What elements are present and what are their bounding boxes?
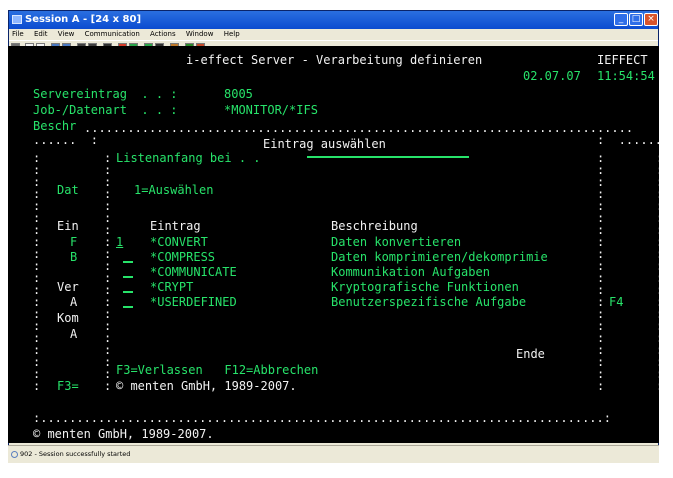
- menu-file[interactable]: File: [12, 30, 24, 38]
- popup-border-left: : : : : : : : : : : : : : : : : : : : :: [33, 151, 41, 393]
- session-icon: [11, 451, 18, 458]
- menu-actions[interactable]: Actions: [150, 30, 176, 38]
- menu-bar: File Edit View Communication Actions Win…: [9, 29, 658, 40]
- row-entry[interactable]: *CONVERT: [150, 236, 208, 248]
- popup-border-left-top: ...... :: [33, 133, 99, 147]
- beschr-label: Beschr: [33, 119, 77, 133]
- popup-border-bottom: :.......................................…: [33, 411, 611, 425]
- popup-border-top: ........................................…: [84, 121, 634, 135]
- row-select[interactable]: [123, 306, 133, 308]
- kom-label: Kom: [57, 311, 79, 325]
- row-description: Kryptografische Funktionen: [331, 280, 519, 294]
- row-left-label: F: [70, 235, 78, 249]
- screen-title: i-effect Server - Verarbeitung definiere…: [186, 53, 483, 67]
- window-title: Session A - [24 x 80]: [25, 14, 142, 25]
- f4-key: F4: [609, 295, 624, 309]
- row-left-label: B: [70, 250, 78, 264]
- menu-edit[interactable]: Edit: [34, 30, 48, 38]
- maximize-button[interactable]: □: [629, 13, 643, 26]
- menu-communication[interactable]: Communication: [85, 30, 140, 38]
- function-keys[interactable]: F3=Verlassen F12=Abbrechen: [116, 364, 318, 376]
- menu-help[interactable]: Help: [224, 30, 240, 38]
- title-bar: Session A - [24 x 80] _ □ ×: [9, 11, 658, 29]
- ein-label: Ein: [57, 219, 79, 233]
- copyright-main: © menten GmbH, 1989-2007.: [33, 427, 214, 441]
- dialog-title: Eintrag auswählen: [263, 137, 386, 151]
- listanfang-label: Listenanfang bei . .: [116, 151, 261, 165]
- time: 11:54:54: [597, 69, 655, 83]
- row-description: Kommunikation Aufgaben: [331, 265, 490, 279]
- popup-border-inner-right: : : : : : : : : : : : : : : : : : : : :: [597, 151, 605, 393]
- serverentry-value: 8005: [224, 87, 253, 101]
- f3-label: F3=: [57, 379, 79, 393]
- copyright-popup: © menten GmbH, 1989-2007.: [116, 379, 297, 393]
- popup-border-right-top: : ......: [597, 133, 659, 147]
- row-select[interactable]: [123, 276, 133, 278]
- row-select[interactable]: [123, 261, 133, 263]
- row-select[interactable]: [123, 291, 133, 293]
- dat-label: Dat: [57, 183, 79, 197]
- status-text: 902 - Session successfully started: [20, 450, 131, 458]
- app-icon: [12, 15, 22, 24]
- entry-header: Eintrag: [150, 219, 201, 233]
- jobfile-value: *MONITOR/*IFS: [224, 103, 318, 117]
- a-label: A: [70, 327, 78, 341]
- listanfang-input[interactable]: [307, 156, 469, 158]
- row-left-label: A: [70, 295, 78, 309]
- popup-border-inner-left: : : : : : : : : : : : : : : : : : : : :: [104, 151, 112, 393]
- option-hint: 1=Auswählen: [134, 183, 214, 197]
- minimize-button[interactable]: _: [614, 13, 628, 26]
- close-button[interactable]: ×: [644, 13, 658, 26]
- description-header: Beschreibung: [331, 219, 418, 233]
- row-entry[interactable]: *CRYPT: [150, 281, 193, 293]
- status-bar: 902 - Session successfully started: [8, 445, 659, 463]
- row-entry[interactable]: *USERDEFINED: [150, 296, 237, 308]
- date: 02.07.07: [523, 69, 581, 83]
- row-description: Daten komprimieren/dekomprimie: [331, 250, 548, 264]
- popup-border-right: : : : : : : : : : : : : : : : : : : : :: [656, 152, 659, 392]
- ende-label: Ende: [516, 347, 545, 361]
- row-description: Benutzerspezifische Aufgabe: [331, 295, 527, 309]
- jobfile-label: Job-/Datenart . . :: [33, 103, 178, 117]
- serverentry-label: Servereintrag . . :: [33, 87, 178, 101]
- menu-view[interactable]: View: [58, 30, 75, 38]
- row-entry[interactable]: *COMPRESS: [150, 251, 215, 263]
- row-entry[interactable]: *COMMUNICATE: [150, 266, 237, 278]
- menu-window[interactable]: Window: [186, 30, 214, 38]
- terminal-screen[interactable]: i-effect Server - Verarbeitung definiere…: [8, 46, 659, 443]
- row-left-label: Ver: [57, 280, 79, 294]
- row-description: Daten konvertieren: [331, 235, 462, 249]
- row-select[interactable]: 1: [116, 236, 123, 248]
- ieffect-label: IEFFECT: [597, 53, 648, 67]
